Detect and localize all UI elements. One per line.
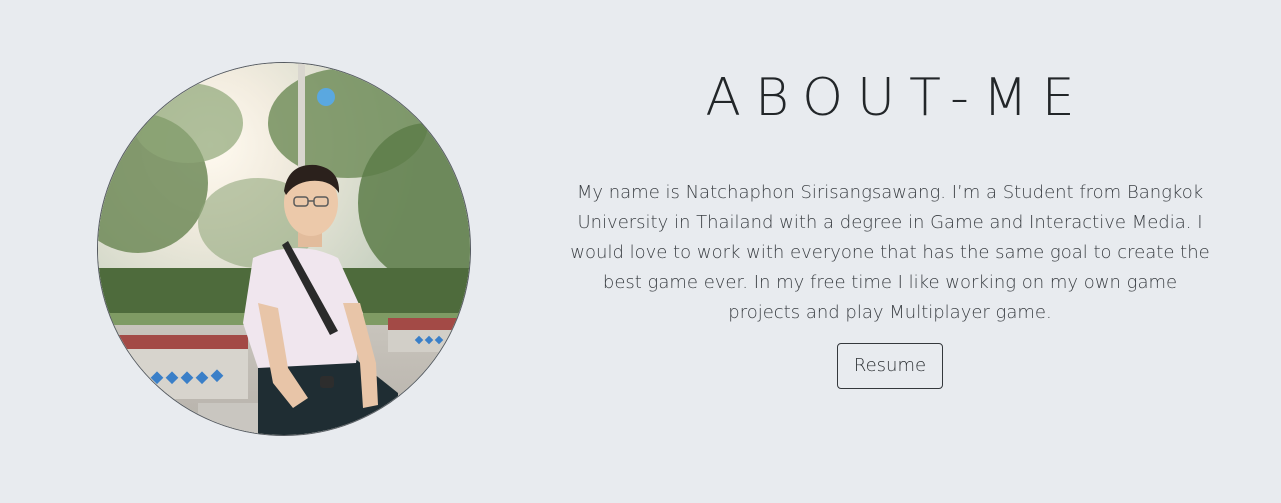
profile-photo	[97, 62, 471, 436]
about-section: ABOUT-ME My name is Natchaphon Sirisangs…	[0, 0, 1281, 503]
resume-button[interactable]: Resume	[836, 343, 944, 389]
about-content: ABOUT-ME My name is Natchaphon Sirisangs…	[560, 60, 1220, 389]
bio-text: My name is Natchaphon Sirisangsawang. I’…	[570, 182, 1210, 323]
page-title: ABOUT-ME	[705, 68, 1089, 128]
